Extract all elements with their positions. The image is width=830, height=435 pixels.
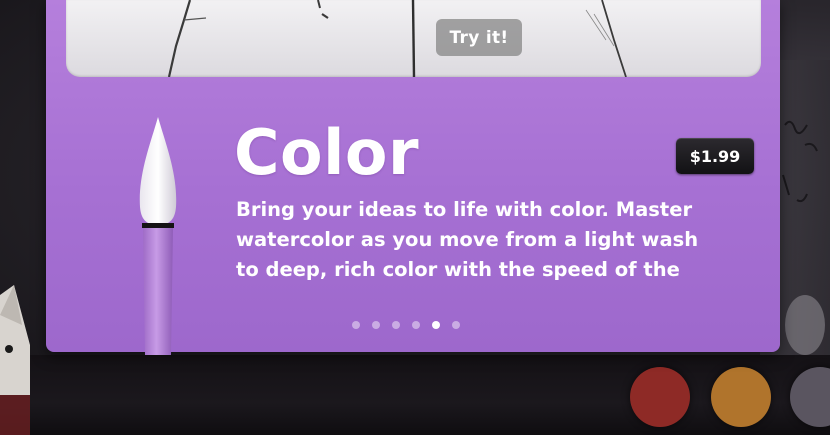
page-dot[interactable] [352, 321, 360, 329]
color-swatch-gray-light[interactable] [785, 295, 825, 355]
try-it-button[interactable]: Try it! [436, 19, 522, 56]
page-dot[interactable] [452, 321, 460, 329]
toolbar-shelf [0, 355, 830, 435]
buy-price-button[interactable]: $1.99 [676, 138, 754, 174]
product-description: Bring your ideas to life with color. Mas… [236, 198, 699, 281]
background-sketch [782, 120, 818, 203]
page-indicator[interactable] [352, 321, 460, 329]
page-dot[interactable] [392, 321, 400, 329]
page-dot[interactable] [372, 321, 380, 329]
sketch-preview: Try it! [66, 0, 761, 77]
page-dot[interactable] [412, 321, 420, 329]
color-swatch-red[interactable] [630, 367, 690, 427]
sketch-drawing [167, 0, 627, 77]
page-dot[interactable] [432, 321, 440, 329]
pen-tool-icon[interactable] [0, 285, 34, 395]
product-title: Color [234, 116, 420, 189]
color-swatch-orange[interactable] [711, 367, 771, 427]
watercolor-brush-icon [139, 117, 177, 355]
tool-tray-edge [0, 395, 30, 435]
